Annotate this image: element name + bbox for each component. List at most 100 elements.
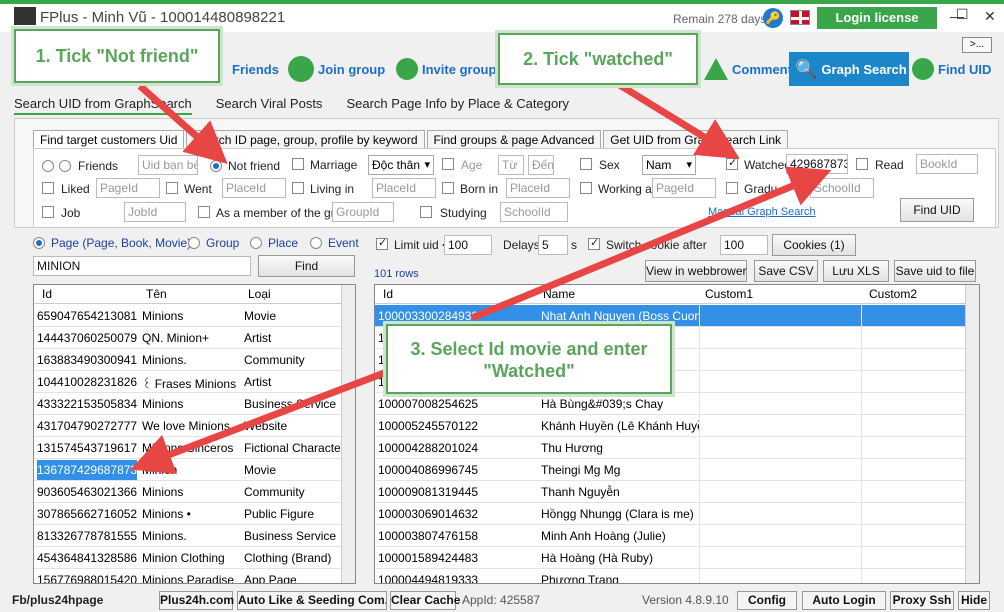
nav-join-group[interactable]: Join group [288,52,385,86]
close-button[interactable]: ✕ [984,8,996,25]
nav-friends[interactable]: Friends [232,52,279,86]
age-from-input[interactable]: Từ [498,155,524,175]
uid-friend-input[interactable]: Uid bạn bè [138,155,198,175]
auto-like-button[interactable]: Auto Like & Seeding Com... [237,591,387,610]
watched-input[interactable]: 429687873 [786,154,848,174]
born-input[interactable]: PlaceId [506,178,570,198]
sex-checkbox[interactable] [580,158,592,170]
tab-search-uid[interactable]: Search UID from GraphSearch [14,96,192,115]
table-row[interactable]: 433322153505834 Minions Business Service [34,393,343,415]
radio-page[interactable] [33,237,45,249]
delays-input[interactable]: 5 [538,235,568,255]
table-row[interactable]: 100005245570122 Khánh Huyền (Lê Khánh Huy… [375,415,967,437]
graduate-input[interactable]: SchoolId [810,178,874,198]
cookies-button[interactable]: Cookies (1) [772,234,856,256]
find-button[interactable]: Find [258,255,355,277]
marriage-checkbox[interactable] [292,158,304,170]
radio-friends[interactable] [59,160,71,172]
read-input[interactable]: BookId [916,154,978,174]
tab-page-info[interactable]: Search Page Info by Place & Category [346,96,569,111]
login-license-button[interactable]: Login license [817,7,937,29]
sex-select[interactable]: Nam [642,155,696,175]
working-input[interactable]: PageId [652,178,716,198]
nav-invite-group[interactable]: Invite group [396,52,496,86]
nav-find-uid[interactable]: Find UID [912,52,991,86]
proxy-ssh-button[interactable]: Proxy Ssh [890,591,954,610]
table-row[interactable]: 100009081319445 Thanh Nguyễn [375,481,967,503]
plus24h-button[interactable]: Plus24h.com [159,591,234,610]
went-checkbox[interactable] [166,182,178,194]
working-checkbox[interactable] [580,182,592,194]
table-row[interactable]: 307865662716052 Minions • Public Figure [34,503,343,525]
table-row[interactable]: 100003807476158 Minh Anh Hoàng (Julie) [375,525,967,547]
member-checkbox[interactable] [198,206,210,218]
pages-grid[interactable]: Id Tên Loại 659047654213081 Minions Movie 1… [33,284,356,584]
auto-login-button[interactable]: Auto Login [802,591,886,610]
table-row[interactable]: 100004494819333 Phương Trang [375,569,967,583]
liked-input[interactable]: PageId [96,178,160,198]
table-row[interactable]: 1044100282318265 ꒰ Frases Minions ... Arti… [34,371,343,393]
tab-graph-link[interactable]: Get UID from GraphSearch Link [603,130,789,150]
member-input[interactable]: GroupId [332,202,394,222]
table-row[interactable]: 100001589424483 Hà Hoàng (Hà Ruby) [375,547,967,569]
table-row[interactable]: 100003069014632 Hồngg Nhungg (Clara is me… [375,503,967,525]
tab-target-customers[interactable]: Find target customers Uid [33,130,185,150]
radio-any[interactable] [42,160,54,172]
born-checkbox[interactable] [442,182,454,194]
table-row[interactable]: 1567769880154209 Minions Paradise App Page [34,569,343,583]
table-row[interactable]: 100004086996745 Theingi Mg Mg [375,459,967,481]
results-scrollbar[interactable] [965,285,979,583]
liked-checkbox[interactable] [42,182,54,194]
tab-search-keyword[interactable]: Search ID page, group, profile by keywor… [186,130,425,150]
tab-viral-posts[interactable]: Search Viral Posts [216,96,323,111]
table-row[interactable]: 136787429687873 Minion Movie [34,459,343,481]
tab-groups-advanced[interactable]: Find groups & page Advanced [426,130,602,150]
age-checkbox[interactable] [442,158,454,170]
save-csv-button[interactable]: Save CSV [754,260,818,282]
table-row[interactable]: 1638834903009415 Minions. Community [34,349,343,371]
table-row[interactable]: 454364841328586 Minion Clothing Clothing (… [34,547,343,569]
living-input[interactable]: PlaceId [372,178,436,198]
hide-button[interactable]: Hide [958,591,990,610]
view-webbrowser-button[interactable]: View in webbrower [645,260,747,282]
clear-cache-button[interactable]: Clear Cache [390,591,460,610]
radio-group[interactable] [188,237,200,249]
more-button[interactable]: >... [962,37,992,53]
table-row[interactable]: 903605463021366 Minions Community [34,481,343,503]
radio-place[interactable] [250,237,262,249]
age-to-input[interactable]: Đến [528,155,554,175]
config-button[interactable]: Config [737,591,797,610]
uk-flag-icon[interactable] [790,10,810,25]
manual-graph-search-link[interactable]: Manual Graph Search [708,206,816,218]
key-icon[interactable]: 🔑 [763,8,783,28]
radio-not-friend[interactable] [210,160,222,172]
pages-scrollbar[interactable] [341,285,355,583]
read-checkbox[interactable] [856,158,868,170]
switch-input[interactable]: 100 [720,235,768,255]
nav-comment[interactable]: Comment [704,52,792,86]
living-checkbox[interactable] [292,182,304,194]
save-xls-button[interactable]: Lưu XLS [823,260,889,282]
table-row[interactable]: 1444370602500797 QN. Minion+ Artist [34,327,343,349]
limit-input[interactable]: 100 [444,235,492,255]
search-query-input[interactable]: MINION [33,256,251,276]
studying-checkbox[interactable] [420,206,432,218]
save-uid-file-button[interactable]: Save uid to file [894,260,976,282]
job-checkbox[interactable] [42,206,54,218]
studying-input[interactable]: SchoolId [500,202,568,222]
table-row[interactable]: 659047654213081 Minions Movie [34,305,343,327]
job-input[interactable]: JobId [124,202,186,222]
went-input[interactable]: PlaceId [222,178,286,198]
table-row[interactable]: 100004288201024 Thu Hương [375,437,967,459]
maximize-button[interactable]: ☐ [956,6,969,23]
table-row[interactable]: 131574543719617 Minions Sinceros Fictional… [34,437,343,459]
table-row[interactable]: 100007008254625 Hà Bùng&#039;s Chay [375,393,967,415]
graduate-checkbox[interactable] [726,182,738,194]
find-uid-button[interactable]: Find UID [900,198,974,222]
marriage-select[interactable]: Độc thân [368,155,434,175]
table-row[interactable]: 813326778781555 Minions. Business Service [34,525,343,547]
limit-checkbox[interactable] [376,236,388,250]
radio-event[interactable] [310,237,322,249]
nav-graph-search[interactable]: 🔍 Graph Search [789,52,909,86]
watched-checkbox[interactable] [726,156,738,170]
